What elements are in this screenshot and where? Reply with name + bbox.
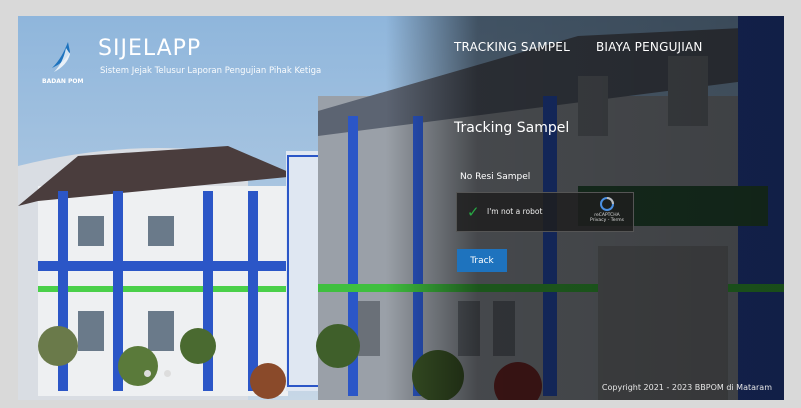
tracking-title: Tracking Sampel — [454, 120, 570, 136]
nav-link-tracking[interactable]: TRACKING SAMPEL — [454, 40, 570, 54]
track-button[interactable]: Track — [457, 249, 507, 272]
site-tagline: Sistem Jejak Telusur Laporan Pengujian P… — [100, 66, 322, 76]
recaptcha-badge: reCAPTCHA Privacy - Terms — [587, 197, 627, 223]
nav-link-biaya[interactable]: BIAYA PENGUJIAN — [596, 40, 703, 54]
badan-pom-logo[interactable]: BADAN POM — [40, 38, 86, 86]
checkmark-icon[interactable]: ✓ — [467, 203, 480, 221]
carousel-dot[interactable] — [164, 370, 172, 377]
hero-section: BADAN POM SIJELAPP Sistem Jejak Telusur … — [18, 16, 784, 400]
nav-tracking-label[interactable]: TRACKING SAMPEL — [454, 40, 570, 54]
recaptcha-icon — [600, 197, 614, 211]
nav-biaya-label[interactable]: BIAYA PENGUJIAN — [596, 40, 703, 54]
recaptcha-widget[interactable]: ✓ I'm not a robot reCAPTCHA Privacy - Te… — [456, 192, 634, 232]
carousel-dot[interactable] — [144, 370, 151, 377]
footer-copyright: Copyright 2021 - 2023 BBPOM di Mataram — [601, 383, 772, 392]
carousel-indicators[interactable] — [144, 362, 179, 381]
logo-text: BADAN POM — [42, 78, 84, 85]
recaptcha-links[interactable]: Privacy - Terms — [587, 218, 627, 223]
site-title[interactable]: SIJELAPP — [98, 36, 201, 61]
captcha-text: I'm not a robot — [487, 207, 543, 216]
resi-label: No Resi Sampel — [460, 172, 531, 182]
